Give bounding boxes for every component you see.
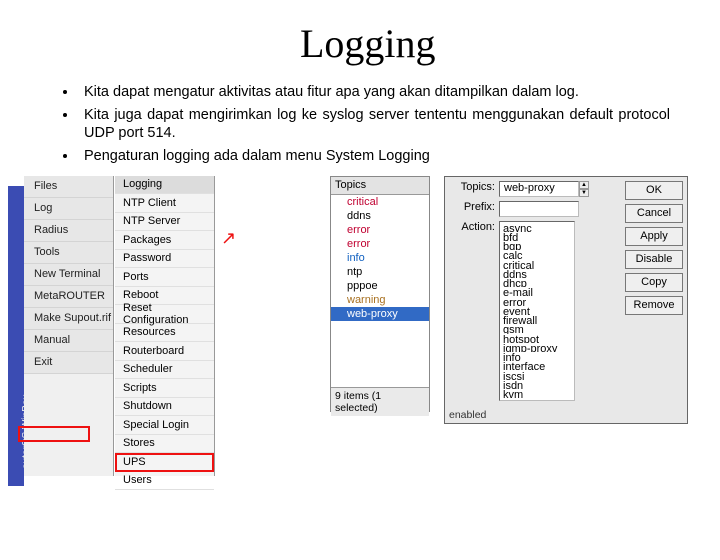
submenu-item[interactable]: Special Login	[115, 416, 214, 435]
submenu-item[interactable]: Stores	[115, 435, 214, 454]
action-label: Action:	[449, 221, 495, 233]
topic-item[interactable]: warning	[331, 293, 429, 307]
sidebar-item[interactable]: Make Supout.rif	[24, 308, 113, 330]
ok-button[interactable]: OK	[625, 181, 683, 200]
red-arrow-icon: ↗	[221, 228, 236, 249]
cancel-button[interactable]: Cancel	[625, 204, 683, 223]
topic-item[interactable]: error	[331, 237, 429, 251]
slide-title: Logging	[300, 20, 720, 67]
topic-item[interactable]: ddns	[331, 209, 429, 223]
copy-button[interactable]: Copy	[625, 273, 683, 292]
topics-status: 9 items (1 selected)	[331, 387, 429, 416]
dialog-status: enabled	[449, 409, 486, 421]
dialog-buttons: OK Cancel Apply Disable Copy Remove	[625, 181, 683, 315]
topic-item[interactable]: error	[331, 223, 429, 237]
topics-field[interactable]: web-proxy	[499, 181, 579, 197]
submenu-item-ups[interactable]: UPS	[115, 453, 214, 472]
submenu-item[interactable]: Resources	[115, 324, 214, 343]
topic-item[interactable]: pppoe	[331, 279, 429, 293]
topics-header: Topics	[331, 177, 429, 195]
remove-button[interactable]: Remove	[625, 296, 683, 315]
topic-item-selected[interactable]: web-proxy	[331, 307, 429, 321]
submenu-item[interactable]: Reset Configuration	[115, 305, 214, 324]
bullet-item: Kita dapat mengatur aktivitas atau fitur…	[78, 83, 670, 101]
bullet-list: Kita dapat mengatur aktivitas atau fitur…	[38, 83, 670, 166]
prefix-field[interactable]	[499, 201, 579, 217]
sidebar-item[interactable]: Files	[24, 176, 113, 198]
topics-panel: Topics critical ddns error error info nt…	[330, 176, 430, 412]
submenu-item[interactable]: Shutdown	[115, 398, 214, 417]
topic-item[interactable]: ntp	[331, 265, 429, 279]
prefix-label: Prefix:	[449, 201, 495, 217]
topic-item[interactable]: info	[331, 251, 429, 265]
topics-spinner[interactable]: ▲▼	[579, 181, 589, 197]
submenu-item[interactable]: Scripts	[115, 379, 214, 398]
submenu-item[interactable]: Routerboard	[115, 342, 214, 361]
sidebar-item[interactable]: Exit	[24, 352, 113, 374]
submenu-item[interactable]: Scheduler	[115, 361, 214, 380]
system-submenu: Logging NTP Client NTP Server Packages P…	[115, 176, 215, 476]
screenshot-area: outerOS WinBox Files Log Radius Tools Ne…	[8, 176, 708, 486]
sidebar-item[interactable]: MetaROUTER	[24, 286, 113, 308]
sidebar-item[interactable]: Manual	[24, 330, 113, 352]
submenu-item[interactable]: Ports	[115, 268, 214, 287]
submenu-item[interactable]: NTP Server	[115, 213, 214, 232]
submenu-item[interactable]: Password	[115, 250, 214, 269]
bullet-item: Pengaturan logging ada dalam menu System…	[78, 147, 670, 165]
apply-button[interactable]: Apply	[625, 227, 683, 246]
submenu-item[interactable]: NTP Client	[115, 194, 214, 213]
submenu-item[interactable]: Packages	[115, 231, 214, 250]
topic-item[interactable]: critical	[331, 195, 429, 209]
sidebar-item[interactable]: Radius	[24, 220, 113, 242]
submenu-item[interactable]: Users	[115, 472, 214, 491]
sidebar-item[interactable]: New Terminal	[24, 264, 113, 286]
topics-label: Topics:	[449, 181, 495, 197]
submenu-item[interactable]: Logging	[115, 176, 214, 195]
sidebar-item[interactable]: Log	[24, 198, 113, 220]
red-highlight-box	[18, 426, 90, 442]
logging-rule-dialog: Topics: web-proxy ▲▼ Prefix: Action: asy…	[444, 176, 688, 424]
disable-button[interactable]: Disable	[625, 250, 683, 269]
action-dropdown[interactable]: asyncbfdbgp calccriticalddns dhcpe-maile…	[499, 221, 575, 401]
bullet-item: Kita juga dapat mengirimkan log ke syslo…	[78, 106, 670, 142]
sidebar-item[interactable]: Tools	[24, 242, 113, 264]
